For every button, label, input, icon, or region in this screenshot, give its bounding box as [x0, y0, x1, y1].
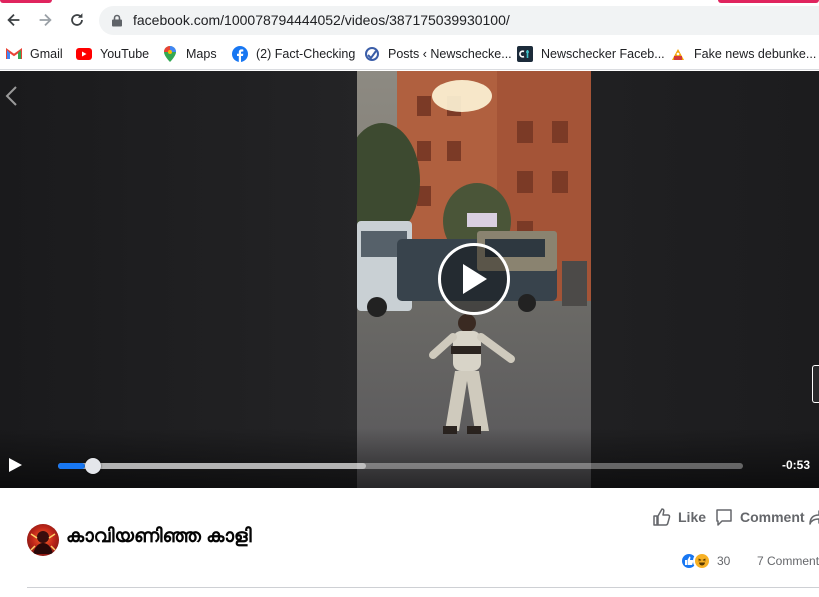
- time-remaining: -0:53: [781, 458, 810, 472]
- bookmark-label: Newschecker Faceb...: [541, 47, 665, 61]
- like-button[interactable]: Like: [652, 507, 706, 527]
- comment-icon: [716, 509, 732, 526]
- url-text[interactable]: facebook.com/100078794444052/videos/3871…: [133, 12, 510, 28]
- bookmark-label: (2) Fact-Checking: [256, 47, 356, 61]
- comments-count[interactable]: 7 Comments: [757, 554, 819, 568]
- bookmark-label: Gmail: [30, 47, 63, 61]
- tab-indicator-left: [0, 0, 52, 3]
- bookmark-fake-news-debunker[interactable]: Fake news debunke...: [670, 45, 816, 63]
- browser-toolbar: facebook.com/100078794444052/videos/3871…: [0, 0, 819, 38]
- video-player[interactable]: -0:53: [0, 71, 819, 488]
- progress-handle[interactable]: [85, 458, 102, 474]
- gmail-icon: [6, 46, 22, 62]
- bookmarks-bar: Gmail YouTube Maps (2) Fact-Checking Pos…: [0, 38, 819, 70]
- bookmark-label: Maps: [186, 47, 217, 61]
- avatar-image: [30, 531, 56, 554]
- bookmark-newschecker-facebook[interactable]: Newschecker Faceb...: [517, 45, 665, 63]
- play-icon: [463, 264, 487, 294]
- bookmark-label: Posts ‹ Newschecke...: [388, 47, 512, 61]
- bookmark-posts-newschecker[interactable]: Posts ‹ Newschecke...: [364, 45, 512, 63]
- maps-icon: [162, 46, 178, 62]
- youtube-icon: [76, 46, 92, 62]
- comment-button[interactable]: Comment: [714, 507, 805, 527]
- divider: [27, 587, 819, 588]
- post-section: കാവിയണിഞ്ഞ കാളി Like Comment 30 7 Commen…: [0, 488, 819, 597]
- reaction-summary[interactable]: 30: [680, 552, 730, 570]
- like-label: Like: [678, 509, 707, 525]
- lock-icon: [112, 14, 122, 27]
- share-button[interactable]: [808, 507, 819, 527]
- newschecker-icon: [364, 46, 380, 62]
- progress-fill: [58, 463, 86, 469]
- play-icon[interactable]: [7, 457, 23, 473]
- reload-button[interactable]: [66, 9, 88, 31]
- comment-label: Comment: [740, 509, 805, 525]
- back-button[interactable]: [3, 9, 25, 31]
- arrow-right-icon: [39, 13, 52, 27]
- thumbs-up-icon: [653, 508, 671, 526]
- facebook-icon: [232, 46, 248, 62]
- ct-icon: [517, 46, 533, 62]
- avatar[interactable]: [27, 524, 59, 556]
- reload-icon: [71, 13, 83, 26]
- tab-indicator-right: [718, 0, 819, 3]
- share-icon: [809, 510, 819, 525]
- bookmark-gmail[interactable]: Gmail: [6, 45, 63, 63]
- side-panel-toggle[interactable]: [812, 365, 819, 403]
- bookmark-label: Fake news debunke...: [694, 47, 817, 61]
- reaction-count: 30: [717, 554, 731, 568]
- forward-button[interactable]: [34, 9, 56, 31]
- video-controls: -0:53: [0, 428, 819, 488]
- address-bar[interactable]: facebook.com/100078794444052/videos/3871…: [99, 6, 819, 35]
- bookmark-label: YouTube: [100, 47, 150, 61]
- chevron-left-icon[interactable]: [4, 85, 18, 107]
- bookmark-fact-checking[interactable]: (2) Fact-Checking: [232, 45, 355, 63]
- arrow-left-icon: [7, 13, 20, 27]
- page-name[interactable]: കാവിയണിഞ്ഞ കാളി: [66, 526, 252, 548]
- fakenews-icon: [670, 46, 686, 62]
- progress-track[interactable]: [58, 458, 743, 474]
- buffer-bar: [58, 463, 367, 469]
- play-overlay-button[interactable]: [438, 243, 510, 315]
- bookmark-maps[interactable]: Maps: [162, 45, 217, 63]
- bookmark-youtube[interactable]: YouTube: [76, 45, 149, 63]
- haha-reaction-icon: [693, 552, 711, 570]
